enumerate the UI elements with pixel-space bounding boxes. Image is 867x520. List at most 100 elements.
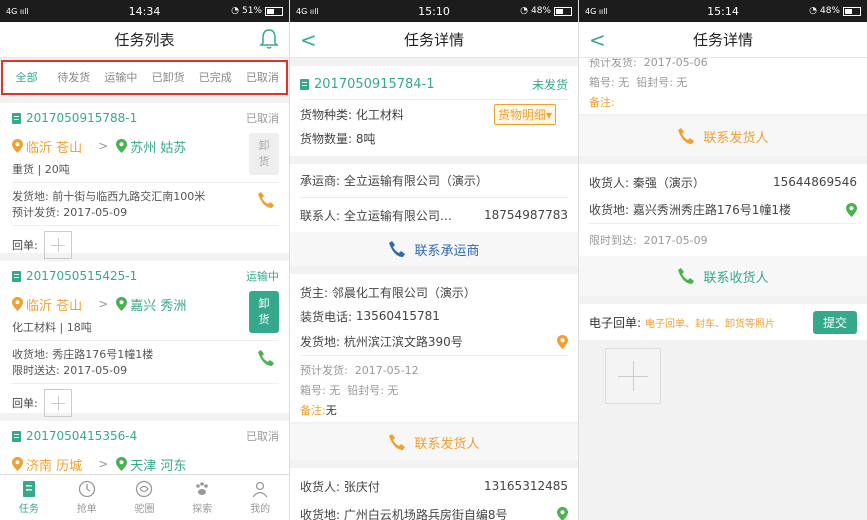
page-title: 任务详情 [403,31,464,49]
nav-profile[interactable]: 我的 [231,475,289,520]
receiver-label: 收货人: [300,479,341,494]
destination-city: 天津 河东 [130,458,187,474]
origin-city: 济南 历城 [26,458,83,474]
recv-addr-label: 收货地: [589,203,630,217]
receiver-section: 收货人: 秦强（演示） 15644869546 收货地: 嘉兴秀洲秀庄路176号1… [579,164,867,256]
clock-icon [78,480,95,498]
task-card[interactable]: 2017050515425-1 运输中 临沂 苍山 > 嘉兴 秀洲 卸货 化工材料… [0,261,289,417]
carrier-section: 承运商: 全立运输有限公司（演示） 联系人: 全立运输有限公司… 18754987… [290,164,578,232]
receiver-phone: 15644869546 [773,175,857,189]
contact-shipper-button[interactable]: 联系发货人 [290,424,578,460]
note-value: 无 [325,404,337,417]
document-icon [12,270,21,282]
page-title: 任务列表 [114,31,175,49]
tab-completed[interactable]: 已完成 [192,62,239,93]
back-arrow-icon[interactable]: < [589,28,606,52]
phone-icon[interactable] [257,349,275,367]
destination-city: 嘉兴 秀洲 [130,298,187,314]
header: 任务列表 [0,22,289,58]
unload-label: 卸货 [258,139,270,168]
contact-receiver-label: 联系收货人 [703,270,769,286]
unload-button[interactable]: 卸货 [249,291,279,333]
goods-summary: 化工材料 | 18吨 [12,321,92,334]
e-receipt-label: 电子回单: [589,315,642,330]
header: < 任务详情 [579,22,867,58]
ship-addr-value: 杭州滨江滨文路390号 [343,335,463,349]
task-detail-screen-scrolled: 4G ııll 15:14 ◔ 48% < 任务详情 预计发货: 2017-05-… [578,0,867,520]
time-label: 预计发货: [12,206,60,219]
receiver-value: 张庆付 [343,479,380,494]
bell-icon[interactable] [259,28,279,54]
tasks-icon [22,481,35,497]
location-pin-icon[interactable] [557,334,568,349]
contact-shipper-label: 联系发货人 [703,130,769,146]
status-badge: 已取消 [246,112,279,125]
contact-carrier-button[interactable]: 联系承运商 [290,232,578,266]
order-status: 未发货 [531,78,568,92]
seal-number: 铅封号: 无 [636,76,688,89]
deadline-value: 2017-05-09 [643,233,708,247]
phone-icon [389,434,406,450]
deadline-line: 限时到达: 2017-05-09 [589,224,857,256]
location-pin-icon[interactable] [846,202,857,217]
goods-qty-value: 8吨 [355,131,376,146]
destination-pin-icon [116,297,128,311]
goods-type-value: 化工材料 [355,107,404,122]
nav-grab-orders[interactable]: 抢单 [58,475,116,520]
nav-explore[interactable]: 探索 [173,475,231,520]
address-line: 收货地: 秀庄路176号1幢1楼 [12,346,279,362]
tab-all[interactable]: 全部 [3,62,50,93]
goods-summary: 重货 | 20吨 [12,163,70,176]
add-receipt-button[interactable] [43,231,72,259]
status-tabs: 全部 待发货 运输中 已卸货 已完成 已取消 [1,60,288,95]
contact-shipper-button[interactable]: 联系发货人 [579,116,867,156]
contact-shipper-label: 联系发货人 [414,436,480,452]
carrier-value: 全立运输有限公司（演示） [343,174,488,188]
nav-camel-circle[interactable]: 驼圈 [116,475,174,520]
add-receipt-button[interactable] [43,389,72,417]
chevron-right-icon: > [98,297,109,311]
recv-addr-label: 收货地: [300,507,341,520]
status-badge: 已取消 [246,430,279,443]
origin-pin-icon [12,297,23,311]
user-icon [252,481,268,498]
nav-label: 我的 [250,504,271,515]
carrier-label: 承运商: [300,174,341,188]
phone-icon[interactable] [257,191,275,209]
address-label: 发货地: [12,190,49,203]
time-value: 2017-05-09 [63,364,128,377]
nav-label: 任务 [18,504,39,515]
e-receipt-hint: 电子回单、封车、卸货等照片 [645,318,776,330]
shipper-section: 货主: 邻晨化工有限公司（演示） 装货电话: 13560415781 发货地: … [290,274,578,422]
back-arrow-icon[interactable]: < [300,28,317,52]
contact-receiver-button[interactable]: 联系收货人 [579,256,867,296]
battery-icon [265,6,283,16]
address-value: 秀庄路176号1幢1楼 [52,348,154,361]
add-photo-button[interactable] [605,348,661,404]
receiver-label: 收货人: [589,175,630,190]
document-icon [300,79,309,90]
receiver-phone: 13165312485 [484,479,568,493]
unload-button[interactable]: 卸货 [249,133,279,175]
time-value: 2017-05-09 [63,206,128,219]
receipt-label: 回单: [12,239,38,252]
submit-button[interactable]: 提交 [812,310,857,334]
task-card[interactable]: 2017050915788-1 已取消 临沂 苍山 > 苏州 姑苏 卸货 重货 |… [0,103,289,259]
shipper-value: 邻晨化工有限公司（演示） [331,285,476,300]
nav-tasks[interactable]: 任务 [0,475,58,520]
header: < 任务详情 [290,22,578,58]
tab-cancelled[interactable]: 已取消 [239,62,286,93]
location-pin-icon[interactable] [557,507,568,520]
time-label: 限时送达: [12,364,60,377]
contact-label: 联系人: [300,208,341,223]
goods-detail-button[interactable]: 货物明细▾ [493,103,556,125]
origin-city: 临沂 苍山 [26,298,83,314]
tab-in-transit[interactable]: 运输中 [97,62,144,93]
task-number: 2017050915788-1 [26,111,138,125]
tab-pending-ship[interactable]: 待发货 [50,62,97,93]
chevron-right-icon: > [98,139,109,153]
paw-icon [196,482,209,495]
address-label: 收货地: [12,348,49,361]
tab-unloaded[interactable]: 已卸货 [145,62,192,93]
status-badge: 运输中 [246,270,279,283]
